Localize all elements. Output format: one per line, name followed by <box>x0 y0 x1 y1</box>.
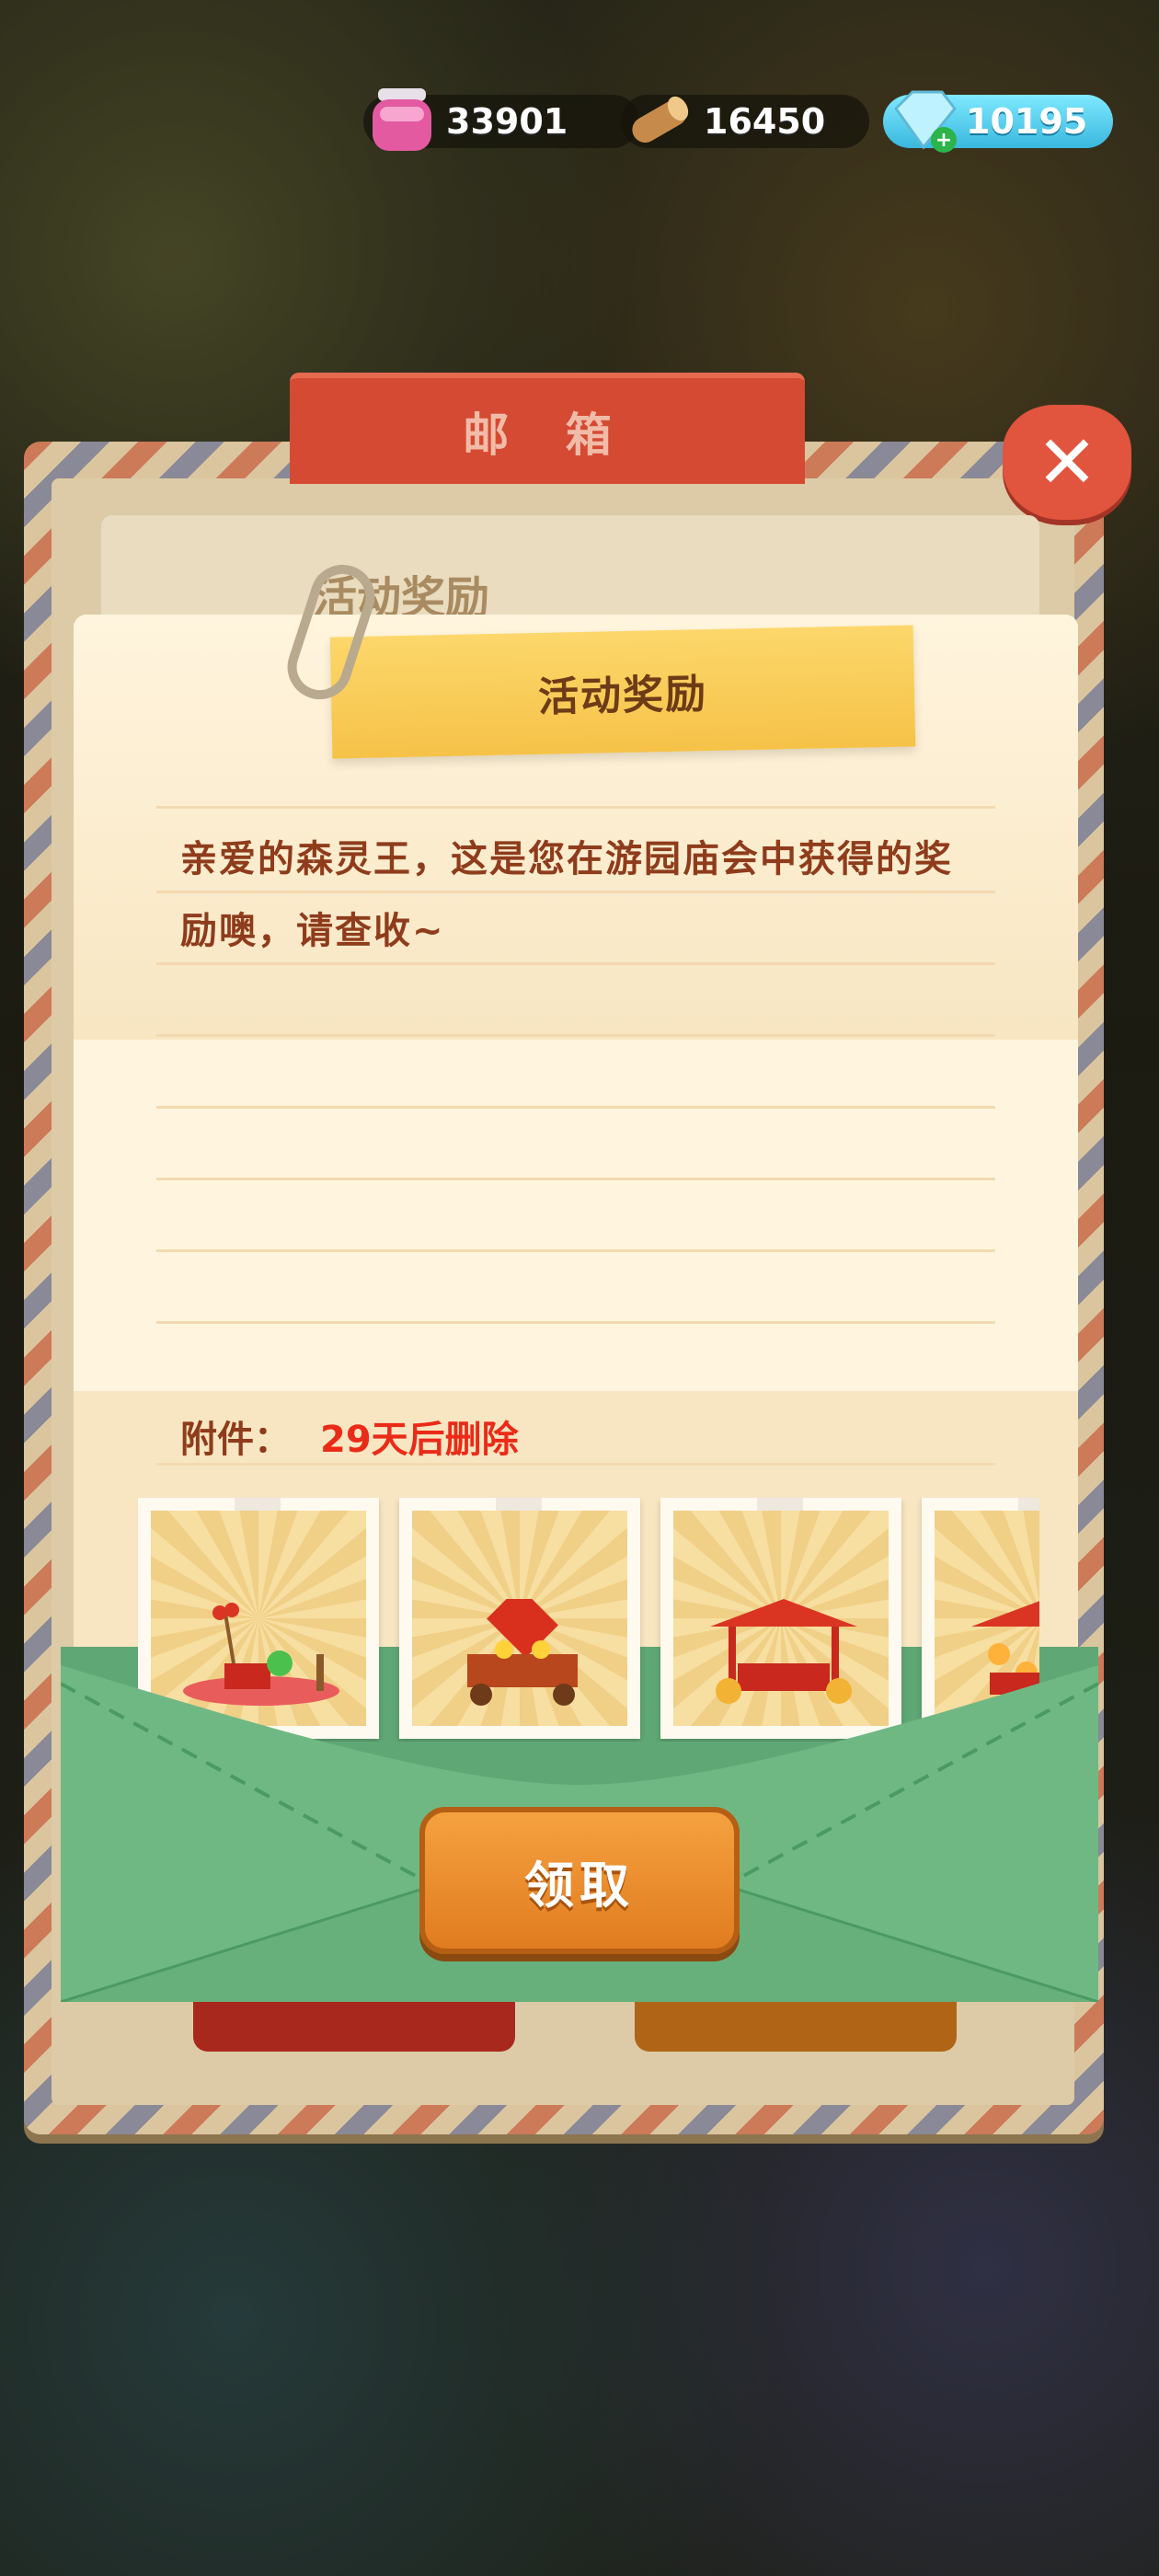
item-tape <box>1018 1498 1039 1511</box>
letter-rule <box>156 1178 995 1180</box>
diamond-icon: + <box>894 90 957 153</box>
resource-jam-value: 33901 <box>446 101 568 142</box>
item-tape <box>496 1498 542 1511</box>
item-tape <box>235 1498 281 1511</box>
resource-gem[interactable]: 10195 + <box>883 90 1113 153</box>
svg-text:+: + <box>935 129 952 152</box>
close-button[interactable]: ✕ <box>1003 405 1131 520</box>
letter-rule <box>156 1321 995 1324</box>
resource-wood: 16450 <box>621 92 869 151</box>
letter-message: 亲爱的森灵王，这是您在游园庙会中获得的奖励噢，请查收~ <box>180 838 953 952</box>
letter-rule <box>156 806 995 809</box>
jam-jar-icon <box>373 88 431 151</box>
resource-jam: 33901 <box>363 88 639 151</box>
resource-gem-value: 10195 <box>966 101 1088 142</box>
claim-button-label: 领取 <box>524 1856 635 1915</box>
letter-rule <box>156 1463 995 1466</box>
item-tape <box>757 1498 803 1511</box>
letter-rule <box>156 1106 995 1109</box>
mailbox-title: 邮 箱 <box>463 408 632 462</box>
attachment-label: 附件： <box>180 1419 291 1461</box>
letter-rule <box>156 1034 995 1037</box>
attachment-expire-text: 29天后删除 <box>320 1419 519 1461</box>
mailbox-title-tab: 邮 箱 <box>290 373 805 484</box>
letter-title: 活动奖励 <box>537 671 708 721</box>
letter-title-tape: 活动奖励 <box>329 625 916 759</box>
wood-log-icon <box>632 96 689 143</box>
resource-wood-value: 16450 <box>704 101 826 142</box>
close-icon: ✕ <box>1036 419 1098 505</box>
letter-rule <box>156 1249 995 1252</box>
claim-button[interactable]: 领取 <box>419 1807 740 1954</box>
